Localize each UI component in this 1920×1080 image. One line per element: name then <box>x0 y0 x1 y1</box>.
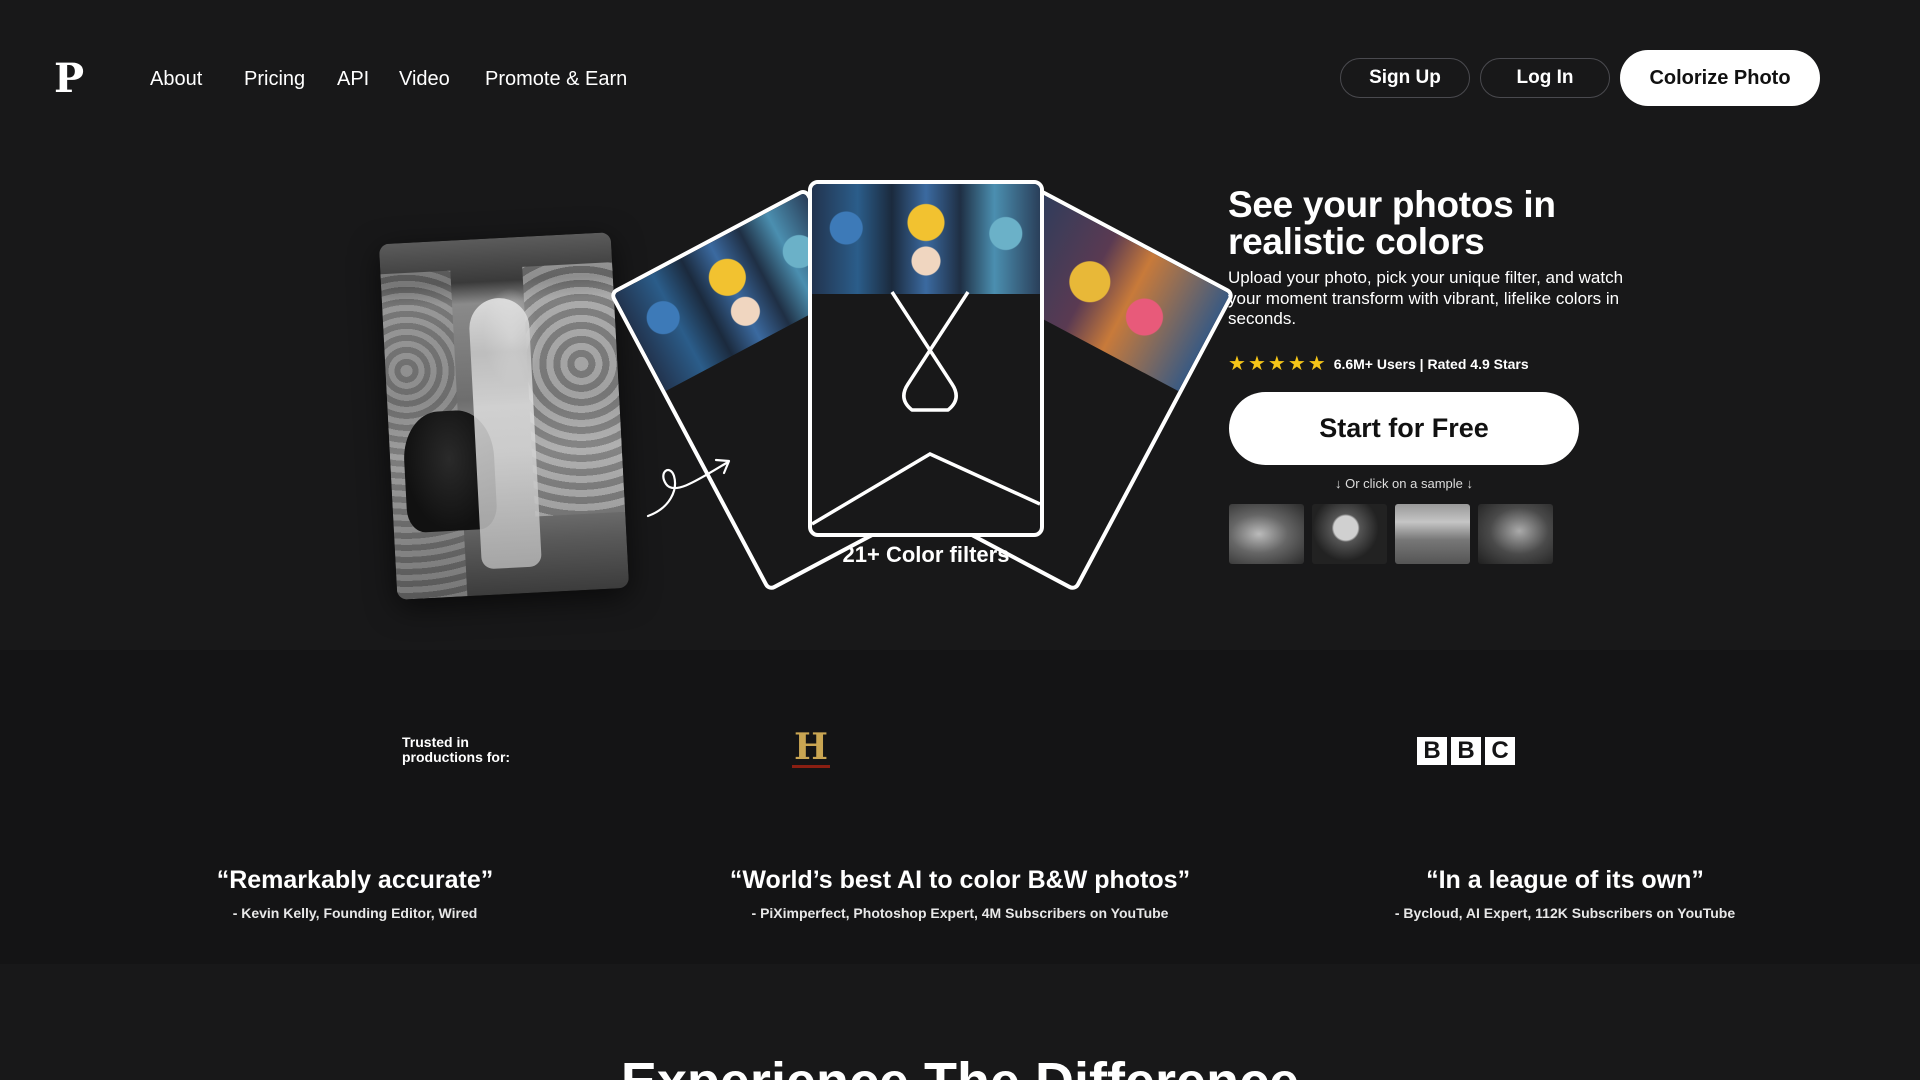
trusted-label: Trusted in productions for: <box>402 735 532 765</box>
nav-link-about[interactable]: About <box>150 66 202 92</box>
sample-photo-2[interactable] <box>1312 504 1387 564</box>
start-for-free-button[interactable]: Start for Free <box>1229 392 1579 465</box>
hero-subtitle: Upload your photo, pick your unique filt… <box>1228 268 1624 328</box>
star-icon: ★ <box>1287 353 1306 375</box>
bw-sample-photo <box>378 232 630 600</box>
filters-caption: 21+ Color filters <box>842 542 1010 567</box>
sample-photo-4[interactable] <box>1478 504 1553 564</box>
sample-photo-3[interactable] <box>1395 504 1470 564</box>
nav-link-api[interactable]: API <box>337 66 369 92</box>
site-logo[interactable]: P <box>54 55 84 103</box>
hero-title: See your photos in realistic colors <box>1228 184 1556 262</box>
sample-hint: ↓ Or click on a sample ↓ <box>1335 476 1473 491</box>
rating-text: 6.6M+ Users | Rated 4.9 Stars <box>1333 356 1529 372</box>
sign-up-button[interactable]: Sign Up <box>1340 58 1470 98</box>
sample-photo-1[interactable] <box>1229 504 1304 564</box>
bbc-logo: B B C <box>1417 737 1515 765</box>
bbc-letter-c: C <box>1485 737 1515 765</box>
bbc-letter-b2: B <box>1451 737 1481 765</box>
testimonial-3: “In a league of its own” - Bycloud, AI E… <box>1390 866 1740 921</box>
photo-pattern-right <box>522 262 626 517</box>
nav-link-video[interactable]: Video <box>399 66 450 92</box>
log-in-button[interactable]: Log In <box>1480 58 1610 98</box>
history-channel-logo: H <box>792 726 830 768</box>
bbc-letter-b1: B <box>1417 737 1447 765</box>
colorize-photo-button[interactable]: Colorize Photo <box>1620 50 1820 106</box>
sample-photos <box>1229 504 1553 564</box>
testimonial-2-author: - PiXimperfect, Photoshop Expert, 4M Sub… <box>751 905 1169 921</box>
testimonial-2-quote: “World’s best AI to color B&W photos” <box>729 866 1191 894</box>
star-icon: ★ <box>1267 353 1286 375</box>
rating-stars: ★ ★ ★ ★ ★ <box>1228 354 1326 374</box>
section-heading: Experience The Difference <box>0 1052 1920 1080</box>
color-filter-fan: 21+ Color filters <box>608 170 1236 593</box>
testimonial-1: “Remarkably accurate” - Kevin Kelly, Fou… <box>205 866 505 921</box>
testimonial-1-quote: “Remarkably accurate” <box>216 866 494 894</box>
nav-link-pricing[interactable]: Pricing <box>244 66 305 92</box>
star-icon: ★ <box>1307 353 1326 375</box>
filter-card-center <box>808 180 1044 537</box>
testimonial-2: “World’s best AI to color B&W photos” - … <box>710 866 1210 921</box>
testimonial-1-author: - Kevin Kelly, Founding Editor, Wired <box>232 905 478 921</box>
star-icon: ★ <box>1247 353 1266 375</box>
top-nav: P About Pricing API Video Promote & Earn… <box>0 0 1920 160</box>
trusted-label-text: Trusted in productions for: <box>402 734 511 765</box>
nav-link-promote[interactable]: Promote & Earn <box>485 66 627 92</box>
testimonial-3-author: - Bycloud, AI Expert, 112K Subscribers o… <box>1394 905 1736 921</box>
rating-row: ★ ★ ★ ★ ★ 6.6M+ Users | Rated 4.9 Stars <box>1228 354 1529 374</box>
star-icon: ★ <box>1228 353 1246 375</box>
fan-outline-lines <box>812 291 1040 526</box>
hero-text-block: See your photos in realistic colors Uplo… <box>1228 186 1628 330</box>
testimonial-3-quote: “In a league of its own” <box>1426 866 1704 894</box>
